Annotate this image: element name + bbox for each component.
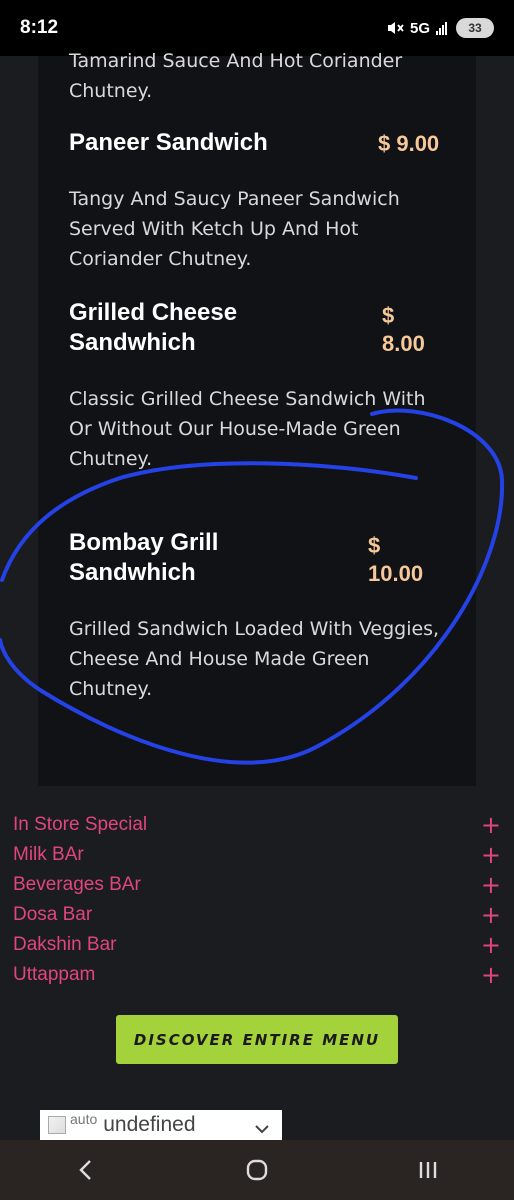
plus-icon[interactable]: + [481,900,501,930]
item-price: $ 10.00 [368,533,424,586]
status-time: 8:12 [20,17,59,38]
category-list: In Store Special + Milk BAr + Beverages … [0,810,514,990]
signal-icon [436,21,450,35]
recents-icon[interactable] [398,1140,458,1200]
item-price: $ 9.00 [378,131,440,156]
item-name: Paneer Sandwich [69,129,268,156]
mute-icon [386,19,404,37]
category-label: Dakshin Bar [13,934,117,955]
plus-icon[interactable]: + [481,960,501,990]
system-nav-bar [0,1140,514,1200]
item-name: Bombay Grill Sandwhich [69,529,219,586]
category-milk-bar[interactable]: Milk BAr + [0,840,514,870]
category-in-store-special[interactable]: In Store Special + [0,810,514,840]
plus-icon[interactable]: + [481,930,501,960]
category-label: Beverages BAr [13,874,141,895]
item-description: Tangy And Saucy Paneer Sandwich Served W… [69,188,400,270]
plus-icon[interactable]: + [481,870,501,900]
home-icon[interactable] [227,1140,287,1200]
language-value: undefined [103,1113,196,1136]
item-description: Classic Grilled Cheese Sandwich With Or … [69,388,426,470]
plus-icon[interactable]: + [481,810,501,840]
item-description: Grilled Sandwich Loaded With Veggies, Ch… [69,618,440,700]
status-icons: 5G 33 [386,18,494,38]
category-dosa-bar[interactable]: Dosa Bar + [0,900,514,930]
category-label: Dosa Bar [13,904,93,925]
battery-indicator: 33 [456,18,494,38]
category-label: Milk BAr [13,844,84,865]
category-label: In Store Special [13,814,148,835]
item-description: Tamarind Sauce And Hot Coriander Chutney… [69,50,403,102]
category-label: Uttappam [13,964,96,985]
image-alt-text: auto [70,1111,98,1127]
discover-menu-button[interactable]: Discover Entire Menu [116,1015,398,1064]
language-select[interactable]: auto undefined [40,1110,282,1140]
category-beverages-bar[interactable]: Beverages BAr + [0,870,514,900]
plus-icon[interactable]: + [481,840,501,870]
category-uttappam[interactable]: Uttappam + [0,960,514,990]
menu-card: Tamarind Sauce And Hot Coriander Chutney… [38,50,476,786]
category-dakshin-bar[interactable]: Dakshin Bar + [0,930,514,960]
network-label: 5G [409,19,430,37]
back-icon[interactable] [56,1140,116,1200]
broken-image-icon [48,1116,66,1134]
item-name: Grilled Cheese Sandwhich [69,299,238,356]
item-price: $ 8.00 [382,303,425,356]
chevron-down-icon [254,1119,270,1138]
